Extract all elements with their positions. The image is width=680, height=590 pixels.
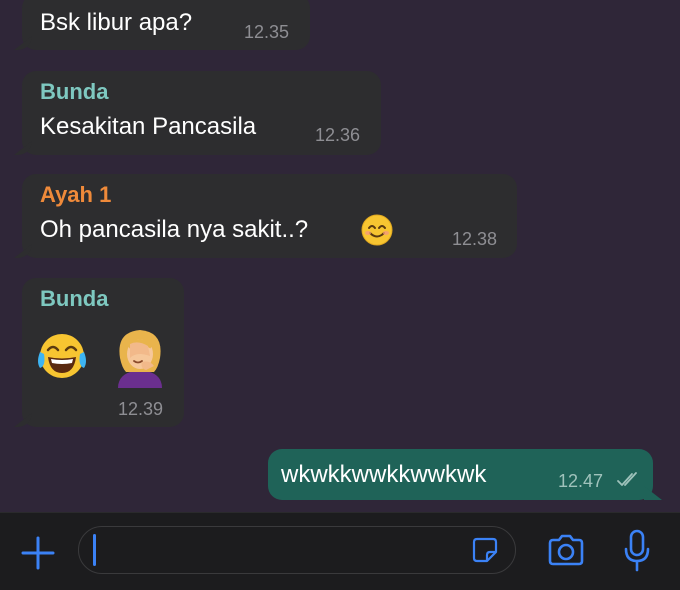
message-text: Bsk libur apa?	[40, 9, 193, 36]
message-text: Kesakitan Pancasila	[40, 113, 257, 140]
sender-name: Bunda	[40, 79, 109, 104]
message-input-field[interactable]	[78, 526, 516, 574]
smiling-face-icon	[361, 214, 393, 246]
plus-icon[interactable]	[20, 535, 56, 571]
message-time: 12.38	[452, 229, 498, 249]
message-time: 12.36	[315, 125, 361, 145]
message-text: Oh pancasila nya sakit..?	[40, 216, 309, 243]
sender-name: Bunda	[40, 286, 109, 311]
sticker-icon[interactable]	[471, 536, 499, 564]
message-text: wkwkkwwkkwwkwk	[281, 461, 487, 488]
camera-icon[interactable]	[546, 533, 586, 569]
facepalm-woman-icon	[118, 330, 162, 388]
chat-area: Bsk libur apa? 12.35 Bunda Kesakitan Pan…	[0, 0, 680, 512]
microphone-icon[interactable]	[622, 529, 652, 573]
message-bubble[interactable]: wkwkkwwkkwwkwk 12.47	[268, 449, 662, 500]
message-input-bar	[0, 512, 680, 590]
text-cursor	[93, 534, 96, 566]
message-input[interactable]	[103, 533, 467, 569]
message-time: 12.47	[558, 471, 604, 491]
message-bubble[interactable]: Bsk libur apa? 12.35	[14, 0, 310, 50]
message-bubble[interactable]: Bunda Kesakitan Pancasila 12.36	[14, 71, 381, 155]
read-double-check-icon	[617, 472, 637, 486]
sender-name: Ayah 1	[40, 182, 112, 207]
message-bubble[interactable]: Ayah 1 Oh pancasila nya sakit..? 12.38	[14, 174, 517, 258]
message-bubble[interactable]: Bunda 12.39	[14, 278, 184, 427]
tears-of-joy-icon	[38, 334, 86, 378]
message-time: 12.35	[244, 22, 290, 42]
message-time: 12.39	[118, 399, 164, 419]
